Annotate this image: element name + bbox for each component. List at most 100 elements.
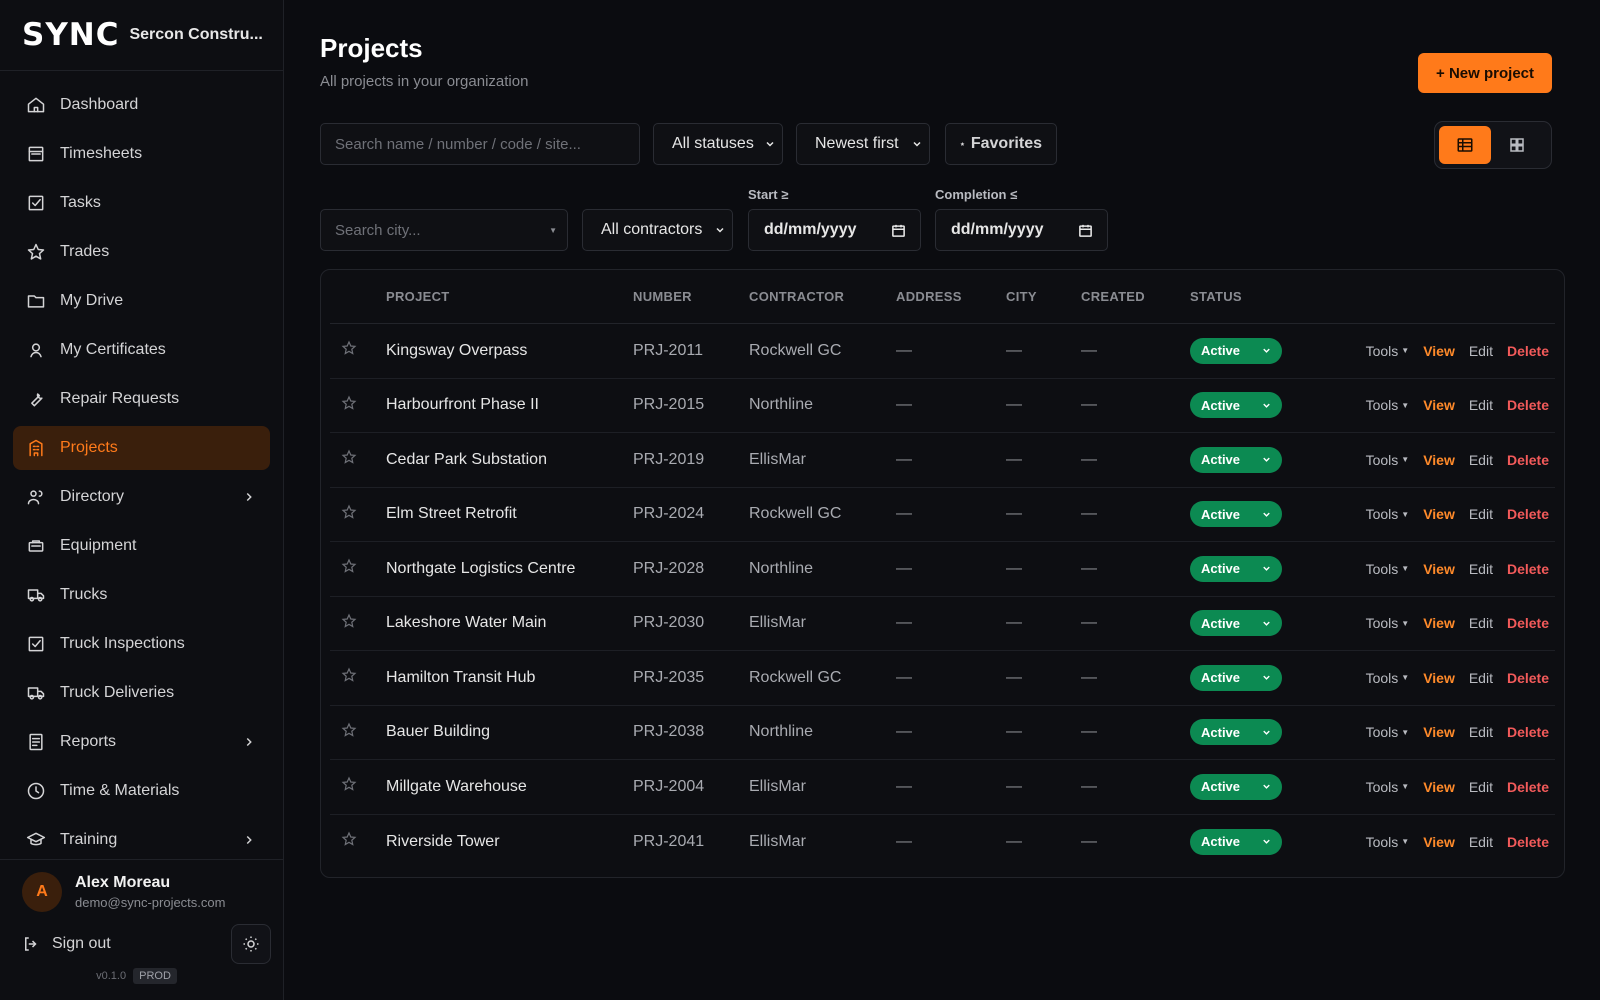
chevron-right-icon[interactable] <box>242 833 256 847</box>
view-link[interactable]: View <box>1423 834 1455 850</box>
project-name[interactable]: Cedar Park Substation <box>386 451 633 469</box>
start-date-input[interactable]: dd/mm/yyyy <box>748 209 921 251</box>
edit-link[interactable]: Edit <box>1469 670 1493 686</box>
tools-menu-button[interactable]: Tools ▼ <box>1366 506 1410 522</box>
favorite-star-icon[interactable] <box>341 340 357 356</box>
table-row[interactable]: Bauer Building PRJ-2038 Northline — — — Active… <box>330 706 1555 760</box>
theme-toggle-button[interactable] <box>231 924 271 964</box>
table-row[interactable]: Cedar Park Substation PRJ-2019 EllisMar — — —… <box>330 433 1555 488</box>
edit-link[interactable]: Edit <box>1469 724 1493 740</box>
view-link[interactable]: View <box>1423 615 1455 631</box>
org-name[interactable]: Sercon Constru... <box>129 26 262 44</box>
project-name[interactable]: Riverside Tower <box>386 833 633 851</box>
view-link[interactable]: View <box>1423 452 1455 468</box>
sidebar-item-tasks[interactable]: Tasks <box>13 181 270 225</box>
sidebar-item-truck-inspections[interactable]: Truck Inspections <box>13 622 270 666</box>
search-input-wrapper[interactable] <box>320 123 640 165</box>
view-link[interactable]: View <box>1423 397 1455 413</box>
status-dropdown[interactable]: Active <box>1190 773 1282 800</box>
sidebar-item-timesheets[interactable]: Timesheets <box>13 132 270 176</box>
view-link[interactable]: View <box>1423 670 1455 686</box>
table-view-button[interactable] <box>1439 126 1491 164</box>
edit-link[interactable]: Edit <box>1469 615 1493 631</box>
new-project-button[interactable]: + New project <box>1418 53 1552 93</box>
edit-link[interactable]: Edit <box>1469 397 1493 413</box>
tools-menu-button[interactable]: Tools ▼ <box>1366 779 1410 795</box>
table-row[interactable]: Hamilton Transit Hub PRJ-2035 Rockwell GC —… <box>330 651 1555 706</box>
status-dropdown[interactable]: Active <box>1190 501 1282 528</box>
sidebar-item-training[interactable]: Training <box>13 818 270 862</box>
completion-date-input[interactable]: dd/mm/yyyy <box>935 209 1108 251</box>
favorites-button[interactable]: Favorites <box>945 123 1057 165</box>
delete-link[interactable]: Delete <box>1507 506 1549 522</box>
edit-link[interactable]: Edit <box>1469 506 1493 522</box>
favorite-star-icon[interactable] <box>341 395 357 411</box>
city-search-wrapper[interactable]: ▼ <box>320 209 568 251</box>
table-row[interactable]: Riverside Tower PRJ-2041 EllisMar — — — Active… <box>330 815 1555 870</box>
favorite-star-icon[interactable] <box>341 504 357 520</box>
tools-menu-button[interactable]: Tools ▼ <box>1366 834 1410 850</box>
status-dropdown[interactable]: Active <box>1190 555 1282 582</box>
header-city[interactable]: CITY <box>1006 289 1081 304</box>
favorite-star-icon[interactable] <box>341 613 357 629</box>
delete-link[interactable]: Delete <box>1507 452 1549 468</box>
sidebar-item-my-certificates[interactable]: My Certificates <box>13 328 270 372</box>
edit-link[interactable]: Edit <box>1469 452 1493 468</box>
sidebar-item-equipment[interactable]: Equipment <box>13 524 270 568</box>
tools-menu-button[interactable]: Tools ▼ <box>1366 724 1410 740</box>
tools-menu-button[interactable]: Tools ▼ <box>1366 452 1410 468</box>
table-row[interactable]: Lakeshore Water Main PRJ-2030 EllisMar — — — A… <box>330 597 1555 651</box>
avatar[interactable]: A <box>22 872 62 912</box>
status-dropdown[interactable]: Active <box>1190 719 1282 746</box>
sidebar-item-repair-requests[interactable]: Repair Requests <box>13 377 270 421</box>
favorite-star-icon[interactable] <box>341 722 357 738</box>
status-dropdown[interactable]: Active <box>1190 828 1282 855</box>
city-search-input[interactable] <box>335 221 550 239</box>
project-name[interactable]: Lakeshore Water Main <box>386 614 633 632</box>
delete-link[interactable]: Delete <box>1507 561 1549 577</box>
sidebar-item-my-drive[interactable]: My Drive <box>13 279 270 323</box>
edit-link[interactable]: Edit <box>1469 343 1493 359</box>
table-row[interactable]: Millgate Warehouse PRJ-2004 EllisMar — — — Act… <box>330 760 1555 815</box>
tools-menu-button[interactable]: Tools ▼ <box>1366 561 1410 577</box>
project-name[interactable]: Kingsway Overpass <box>386 342 633 360</box>
view-link[interactable]: View <box>1423 343 1455 359</box>
chevron-right-icon[interactable] <box>242 735 256 749</box>
delete-link[interactable]: Delete <box>1507 834 1549 850</box>
project-name[interactable]: Hamilton Transit Hub <box>386 669 633 687</box>
tools-menu-button[interactable]: Tools ▼ <box>1366 615 1410 631</box>
chevron-right-icon[interactable] <box>242 490 256 504</box>
delete-link[interactable]: Delete <box>1507 670 1549 686</box>
tools-menu-button[interactable]: Tools ▼ <box>1366 670 1410 686</box>
header-contractor[interactable]: CONTRACTOR <box>749 289 896 304</box>
project-name[interactable]: Harbourfront Phase II <box>386 396 633 414</box>
table-row[interactable]: Elm Street Retrofit PRJ-2024 Rockwell GC — —… <box>330 488 1555 542</box>
sidebar-item-trucks[interactable]: Trucks <box>13 573 270 617</box>
favorite-star-icon[interactable] <box>341 667 357 683</box>
favorite-star-icon[interactable] <box>341 831 357 847</box>
sidebar-item-directory[interactable]: Directory <box>13 475 270 519</box>
delete-link[interactable]: Delete <box>1507 615 1549 631</box>
search-input[interactable] <box>335 135 625 153</box>
tools-menu-button[interactable]: Tools ▼ <box>1366 343 1410 359</box>
tools-menu-button[interactable]: Tools ▼ <box>1366 397 1410 413</box>
favorite-star-icon[interactable] <box>341 558 357 574</box>
sidebar-item-truck-deliveries[interactable]: Truck Deliveries <box>13 671 270 715</box>
status-dropdown[interactable]: Active <box>1190 337 1282 364</box>
view-link[interactable]: View <box>1423 724 1455 740</box>
edit-link[interactable]: Edit <box>1469 561 1493 577</box>
table-row[interactable]: Northgate Logistics Centre PRJ-2028 Northl… <box>330 542 1555 597</box>
sidebar-item-projects[interactable]: Projects <box>13 426 270 470</box>
status-dropdown[interactable]: Active <box>1190 446 1282 473</box>
header-created[interactable]: CREATED <box>1081 289 1190 304</box>
project-name[interactable]: Northgate Logistics Centre <box>386 560 633 578</box>
contractor-select[interactable]: All contractors <box>582 209 733 251</box>
project-name[interactable]: Elm Street Retrofit <box>386 505 633 523</box>
header-number[interactable]: NUMBER <box>633 289 749 304</box>
delete-link[interactable]: Delete <box>1507 779 1549 795</box>
table-row[interactable]: Kingsway Overpass PRJ-2011 Rockwell GC — — — A… <box>330 324 1555 379</box>
view-link[interactable]: View <box>1423 779 1455 795</box>
table-row[interactable]: Harbourfront Phase II PRJ-2015 Northline — —… <box>330 379 1555 433</box>
delete-link[interactable]: Delete <box>1507 397 1549 413</box>
status-select[interactable]: All statuses <box>653 123 783 165</box>
